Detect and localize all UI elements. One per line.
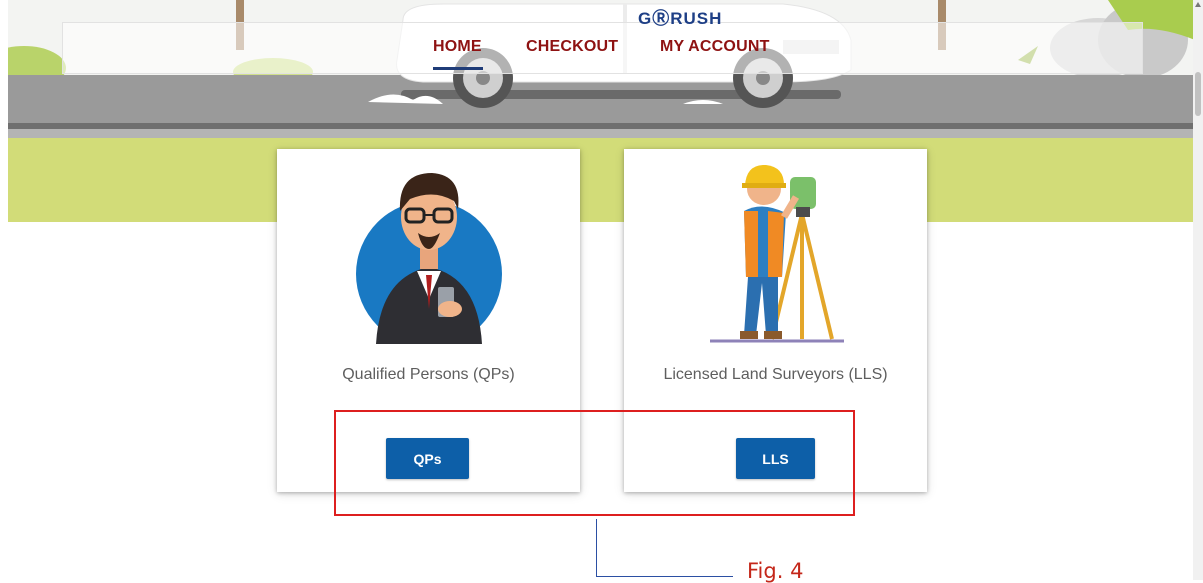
nav-active-indicator [433,67,483,70]
annotation-highlight-box [334,410,855,516]
annotation-leader-line-horizontal [596,576,733,577]
brand-logo[interactable]: GⓇRUSH [638,4,722,29]
banner-grass [8,138,1195,222]
nav-my-account-link[interactable]: MY ACCOUNT [660,38,770,56]
card-label-qualified-persons: Qualified Persons (QPs) [342,366,515,383]
road-edge [8,129,1195,138]
land-surveyor-icon [710,164,844,343]
annotation-leader-line-vertical [596,519,597,576]
annotation-caption: Fig. 4 [747,559,804,583]
nav-home-link[interactable]: HOME [433,38,482,56]
scroll-up-arrow-icon[interactable] [1195,2,1201,7]
scrollbar-thumb[interactable] [1195,72,1201,116]
business-person-icon [356,173,502,344]
nav-checkout-link[interactable]: CHECKOUT [526,38,618,56]
card-label-licensed-land-surveyors: Licensed Land Surveyors (LLS) [663,366,888,383]
